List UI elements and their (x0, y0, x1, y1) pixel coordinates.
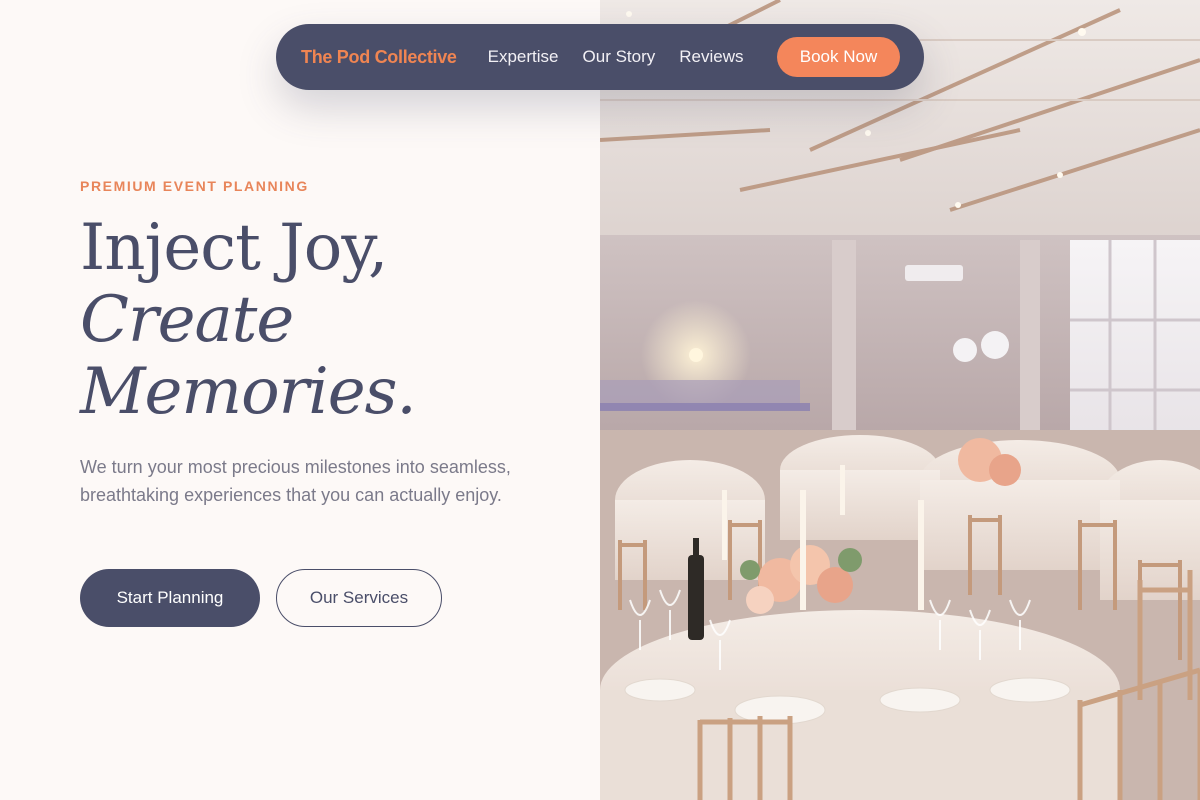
banquet-hall-photo (600, 0, 1200, 800)
headline-line-1: Inject Joy, (80, 211, 388, 285)
main-navigation: The Pod Collective Expertise Our Story R… (276, 24, 924, 90)
hero-headline: Inject Joy, Create Memories. (80, 211, 417, 429)
book-now-button[interactable]: Book Now (777, 37, 900, 77)
headline-line-2: Create (80, 283, 294, 357)
brand-logo-link[interactable]: The Pod Collective (301, 47, 457, 68)
hero-description: We turn your most precious milestones in… (80, 457, 511, 505)
hero-eyebrow: PREMIUM EVENT PLANNING (80, 178, 309, 194)
our-services-button[interactable]: Our Services (276, 569, 442, 627)
headline-line-3: Memories. (80, 355, 417, 429)
nav-link-expertise[interactable]: Expertise (488, 47, 559, 67)
nav-link-reviews[interactable]: Reviews (679, 47, 743, 67)
nav-link-our-story[interactable]: Our Story (583, 47, 656, 67)
start-planning-button[interactable]: Start Planning (80, 569, 260, 627)
nav-links: Expertise Our Story Reviews (488, 47, 744, 67)
